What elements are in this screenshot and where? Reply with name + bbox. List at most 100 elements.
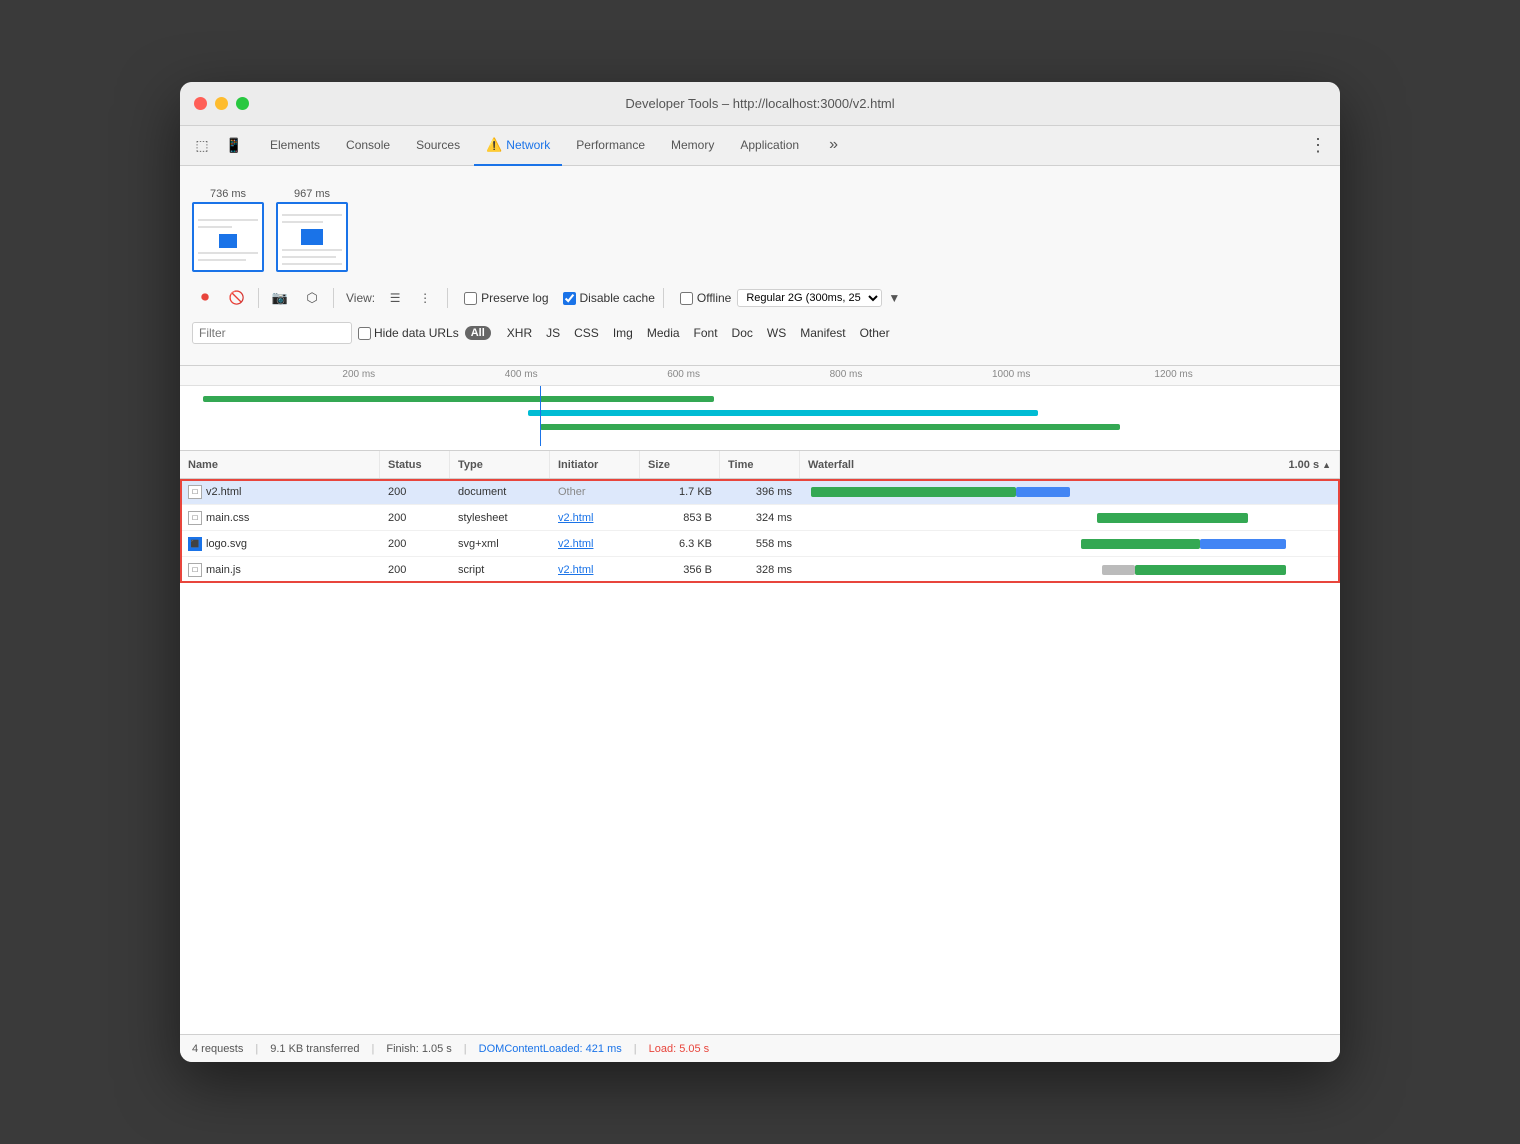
timeline-ruler: 200 ms 400 ms 600 ms 800 ms 1000 ms 1200… <box>180 366 1340 386</box>
tab-network[interactable]: ⚠️ Network <box>474 126 562 166</box>
table-header: Name Status Type Initiator Size Time Wat… <box>180 451 1340 479</box>
thumbnail-item-1[interactable]: 967 ms <box>276 188 348 272</box>
th-initiator[interactable]: Initiator <box>550 451 640 478</box>
record-button[interactable]: ⏺ <box>192 285 218 311</box>
title-bar: Developer Tools – http://localhost:3000/… <box>180 82 1340 126</box>
filter-manifest[interactable]: Manifest <box>794 325 851 341</box>
wf-bar-green-1 <box>1097 513 1248 523</box>
td-initiator-3[interactable]: v2.html <box>550 557 640 582</box>
status-requests: 4 requests <box>192 1043 243 1055</box>
file-icon-0: □ <box>188 485 202 499</box>
all-filter-button[interactable]: All <box>465 326 491 340</box>
tab-application[interactable]: Application <box>728 126 811 166</box>
tab-console[interactable]: Console <box>334 126 402 166</box>
th-waterfall[interactable]: Waterfall 1.00 s▲ <box>800 451 1340 478</box>
filter-doc[interactable]: Doc <box>726 325 759 341</box>
table-row[interactable]: □ v2.html 200 document Other 1.7 KB 396 … <box>180 479 1340 505</box>
filename-2: logo.svg <box>206 538 247 550</box>
throttle-select[interactable]: Regular 2G (300ms, 25 <box>737 289 882 307</box>
tab-more[interactable]: » <box>817 126 850 166</box>
fullscreen-button[interactable] <box>236 97 249 110</box>
warning-icon: ⚠️ <box>486 137 502 153</box>
td-time-3: 328 ms <box>720 557 800 582</box>
td-status-3: 200 <box>380 557 450 582</box>
td-type-1: stylesheet <box>450 505 550 530</box>
timeline-bars <box>180 386 1340 446</box>
filter-css[interactable]: CSS <box>568 325 605 341</box>
td-time-1: 324 ms <box>720 505 800 530</box>
filter-other[interactable]: Other <box>854 325 896 341</box>
td-waterfall-0 <box>800 479 1340 504</box>
wf-bar-gray-3 <box>1102 565 1134 575</box>
td-type-3: script <box>450 557 550 582</box>
divider-1 <box>258 288 259 308</box>
filter-font[interactable]: Font <box>688 325 724 341</box>
thumbnail-item-0[interactable]: 736 ms <box>192 188 264 272</box>
file-icon-1: □ <box>188 511 202 525</box>
td-size-1: 853 B <box>640 505 720 530</box>
filter-img[interactable]: Img <box>607 325 639 341</box>
divider-2 <box>333 288 334 308</box>
tab-sources[interactable]: Sources <box>404 126 472 166</box>
screenshot-button[interactable]: 📷 <box>267 285 293 311</box>
wf-bar-green-0 <box>811 487 1016 497</box>
filter-ws[interactable]: WS <box>761 325 792 341</box>
clear-button[interactable]: 🚫 <box>224 285 250 311</box>
filter-xhr[interactable]: XHR <box>501 325 538 341</box>
preserve-log-group: Preserve log <box>464 291 548 305</box>
td-initiator-1[interactable]: v2.html <box>550 505 640 530</box>
tab-memory[interactable]: Memory <box>659 126 726 166</box>
devtools-menu-icon[interactable]: ⋮ <box>1304 132 1332 160</box>
td-time-0: 396 ms <box>720 479 800 504</box>
device-icon[interactable]: 📱 <box>220 132 248 160</box>
timeline-marker <box>540 386 541 446</box>
filter-icon-button[interactable]: ⬡ <box>299 285 325 311</box>
inspect-icon[interactable]: ⬚ <box>188 132 216 160</box>
td-status-1: 200 <box>380 505 450 530</box>
minimize-button[interactable] <box>215 97 228 110</box>
tree-view-icon[interactable]: ⋮ <box>411 284 439 312</box>
disable-cache-checkbox[interactable] <box>563 292 576 305</box>
td-waterfall-2 <box>800 531 1340 556</box>
timeline-area: 200 ms 400 ms 600 ms 800 ms 1000 ms 1200… <box>180 366 1340 451</box>
td-status-2: 200 <box>380 531 450 556</box>
hide-data-urls-group: Hide data URLs <box>358 326 459 340</box>
td-time-2: 558 ms <box>720 531 800 556</box>
toolbar-area: 736 ms 967 ms <box>180 166 1340 366</box>
throttle-arrow-icon: ▼ <box>888 291 900 305</box>
offline-group: Offline <box>680 291 731 305</box>
tab-performance[interactable]: Performance <box>564 126 657 166</box>
status-bar: 4 requests | 9.1 KB transferred | Finish… <box>180 1034 1340 1062</box>
th-name[interactable]: Name <box>180 451 380 478</box>
hide-data-urls-label: Hide data URLs <box>374 326 459 340</box>
type-filters: XHR JS CSS Img Media Font Doc WS Manifes… <box>501 325 896 341</box>
td-name-1: □ main.css <box>180 505 380 530</box>
timeline-bar-green-1 <box>203 396 713 402</box>
table-row[interactable]: □ main.js 200 script v2.html 356 B 328 m… <box>180 557 1340 583</box>
td-name-0: □ v2.html <box>180 479 380 504</box>
timeline-bar-green-2 <box>540 424 1120 430</box>
close-button[interactable] <box>194 97 207 110</box>
td-name-3: □ main.js <box>180 557 380 582</box>
td-initiator-2[interactable]: v2.html <box>550 531 640 556</box>
controls-row: ⏺ 🚫 📷 ⬡ View: ☰ ⋮ Preserve log Disable c… <box>188 280 1332 316</box>
filter-media[interactable]: Media <box>641 325 686 341</box>
filter-input[interactable] <box>192 322 352 344</box>
td-status-0: 200 <box>380 479 450 504</box>
ruler-tick-400: 400 ms <box>505 369 538 380</box>
th-type[interactable]: Type <box>450 451 550 478</box>
table-body: □ v2.html 200 document Other 1.7 KB 396 … <box>180 479 1340 1034</box>
filter-js[interactable]: JS <box>540 325 566 341</box>
th-status[interactable]: Status <box>380 451 450 478</box>
th-size[interactable]: Size <box>640 451 720 478</box>
th-time[interactable]: Time <box>720 451 800 478</box>
table-row[interactable]: ⬛ logo.svg 200 svg+xml v2.html 6.3 KB 55… <box>180 531 1340 557</box>
td-size-0: 1.7 KB <box>640 479 720 504</box>
hide-data-urls-checkbox[interactable] <box>358 327 371 340</box>
tab-elements[interactable]: Elements <box>258 126 332 166</box>
view-label: View: <box>346 291 375 305</box>
preserve-log-checkbox[interactable] <box>464 292 477 305</box>
offline-checkbox[interactable] <box>680 292 693 305</box>
table-row[interactable]: □ main.css 200 stylesheet v2.html 853 B … <box>180 505 1340 531</box>
list-view-icon[interactable]: ☰ <box>381 284 409 312</box>
